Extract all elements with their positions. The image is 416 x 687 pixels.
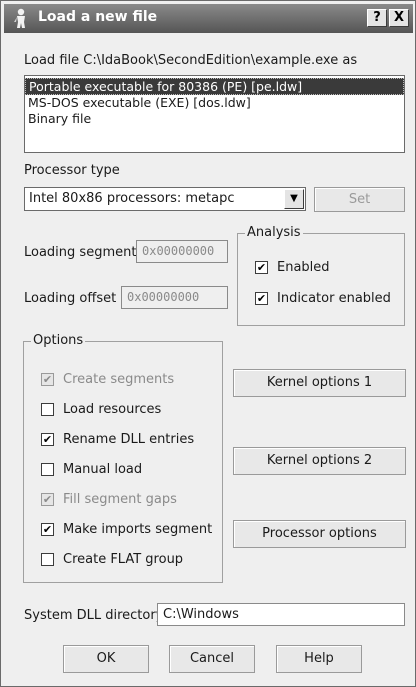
options-group-title: Options [31,333,86,348]
checkbox-box: ✔ [255,292,268,305]
list-item[interactable]: Portable executable for 80386 (PE) [pe.l… [25,78,404,95]
loading-segment-label: Loading segment [24,245,137,260]
checkbox-label: Enabled [277,260,330,275]
dll-directory-field[interactable]: C:\Windows [157,603,405,626]
checkbox-box [41,463,54,476]
loading-offset-field[interactable]: 0x00000000 [121,286,228,309]
help-title-button[interactable]: ? [367,9,387,27]
checkbox-box: ✔ [41,373,54,386]
set-button[interactable]: Set [314,187,405,212]
kernel-options-1-button[interactable]: Kernel options 1 [233,369,406,397]
chevron-down-icon[interactable]: ▼ [284,189,304,209]
loading-offset-label: Loading offset [24,291,117,306]
checkbox-box: ✔ [41,433,54,446]
file-type-list[interactable]: Portable executable for 80386 (PE) [pe.l… [24,75,405,153]
processor-type-label: Processor type [24,163,120,178]
checkbox-label: Create FLAT group [63,552,184,567]
checkbox-box: ✔ [255,261,268,274]
close-button[interactable]: X [389,9,409,27]
loading-segment-field[interactable]: 0x00000000 [136,240,228,263]
checkbox-label: Make imports segment [63,522,213,537]
ida-person-icon [14,8,25,28]
list-item[interactable]: MS-DOS executable (EXE) [dos.ldw] [25,95,404,111]
checkbox-label: Fill segment gaps [63,492,177,507]
dll-directory-label: System DLL directory [24,608,164,623]
checkbox-box [41,403,54,416]
ok-button[interactable]: OK [63,645,149,673]
cancel-button[interactable]: Cancel [169,645,255,673]
checkbox-box: ✔ [41,523,54,536]
list-item[interactable]: Binary file [25,111,404,127]
checkbox-label: Load resources [63,402,162,417]
load-file-dialog: Load a new file ? X Load file C:\IdaBook… [0,0,416,687]
window-title: Load a new file [38,9,158,25]
analysis-group: Analysis ✔ Enabled ✔ Indicator enabled [237,225,405,326]
checkbox-label: Rename DLL entries [63,432,195,447]
checkbox-label: Create segments [63,372,175,387]
load-file-label: Load file C:\IdaBook\SecondEdition\examp… [24,53,358,68]
options-group: Options ✔ Create segments Load resources… [23,333,223,583]
checkbox-box [41,553,54,566]
kernel-options-2-button[interactable]: Kernel options 2 [233,447,406,475]
help-button[interactable]: Help [276,645,362,673]
title-bar: Load a new file ? X [4,4,413,33]
analysis-group-title: Analysis [245,225,303,240]
processor-type-value: Intel 80x86 processors: metapc [29,191,235,206]
checkbox-label: Manual load [63,462,143,477]
checkbox-box: ✔ [41,493,54,506]
processor-type-select[interactable]: Intel 80x86 processors: metapc ▼ [24,187,306,211]
processor-options-button[interactable]: Processor options [233,520,406,548]
checkbox-label: Indicator enabled [277,291,391,306]
